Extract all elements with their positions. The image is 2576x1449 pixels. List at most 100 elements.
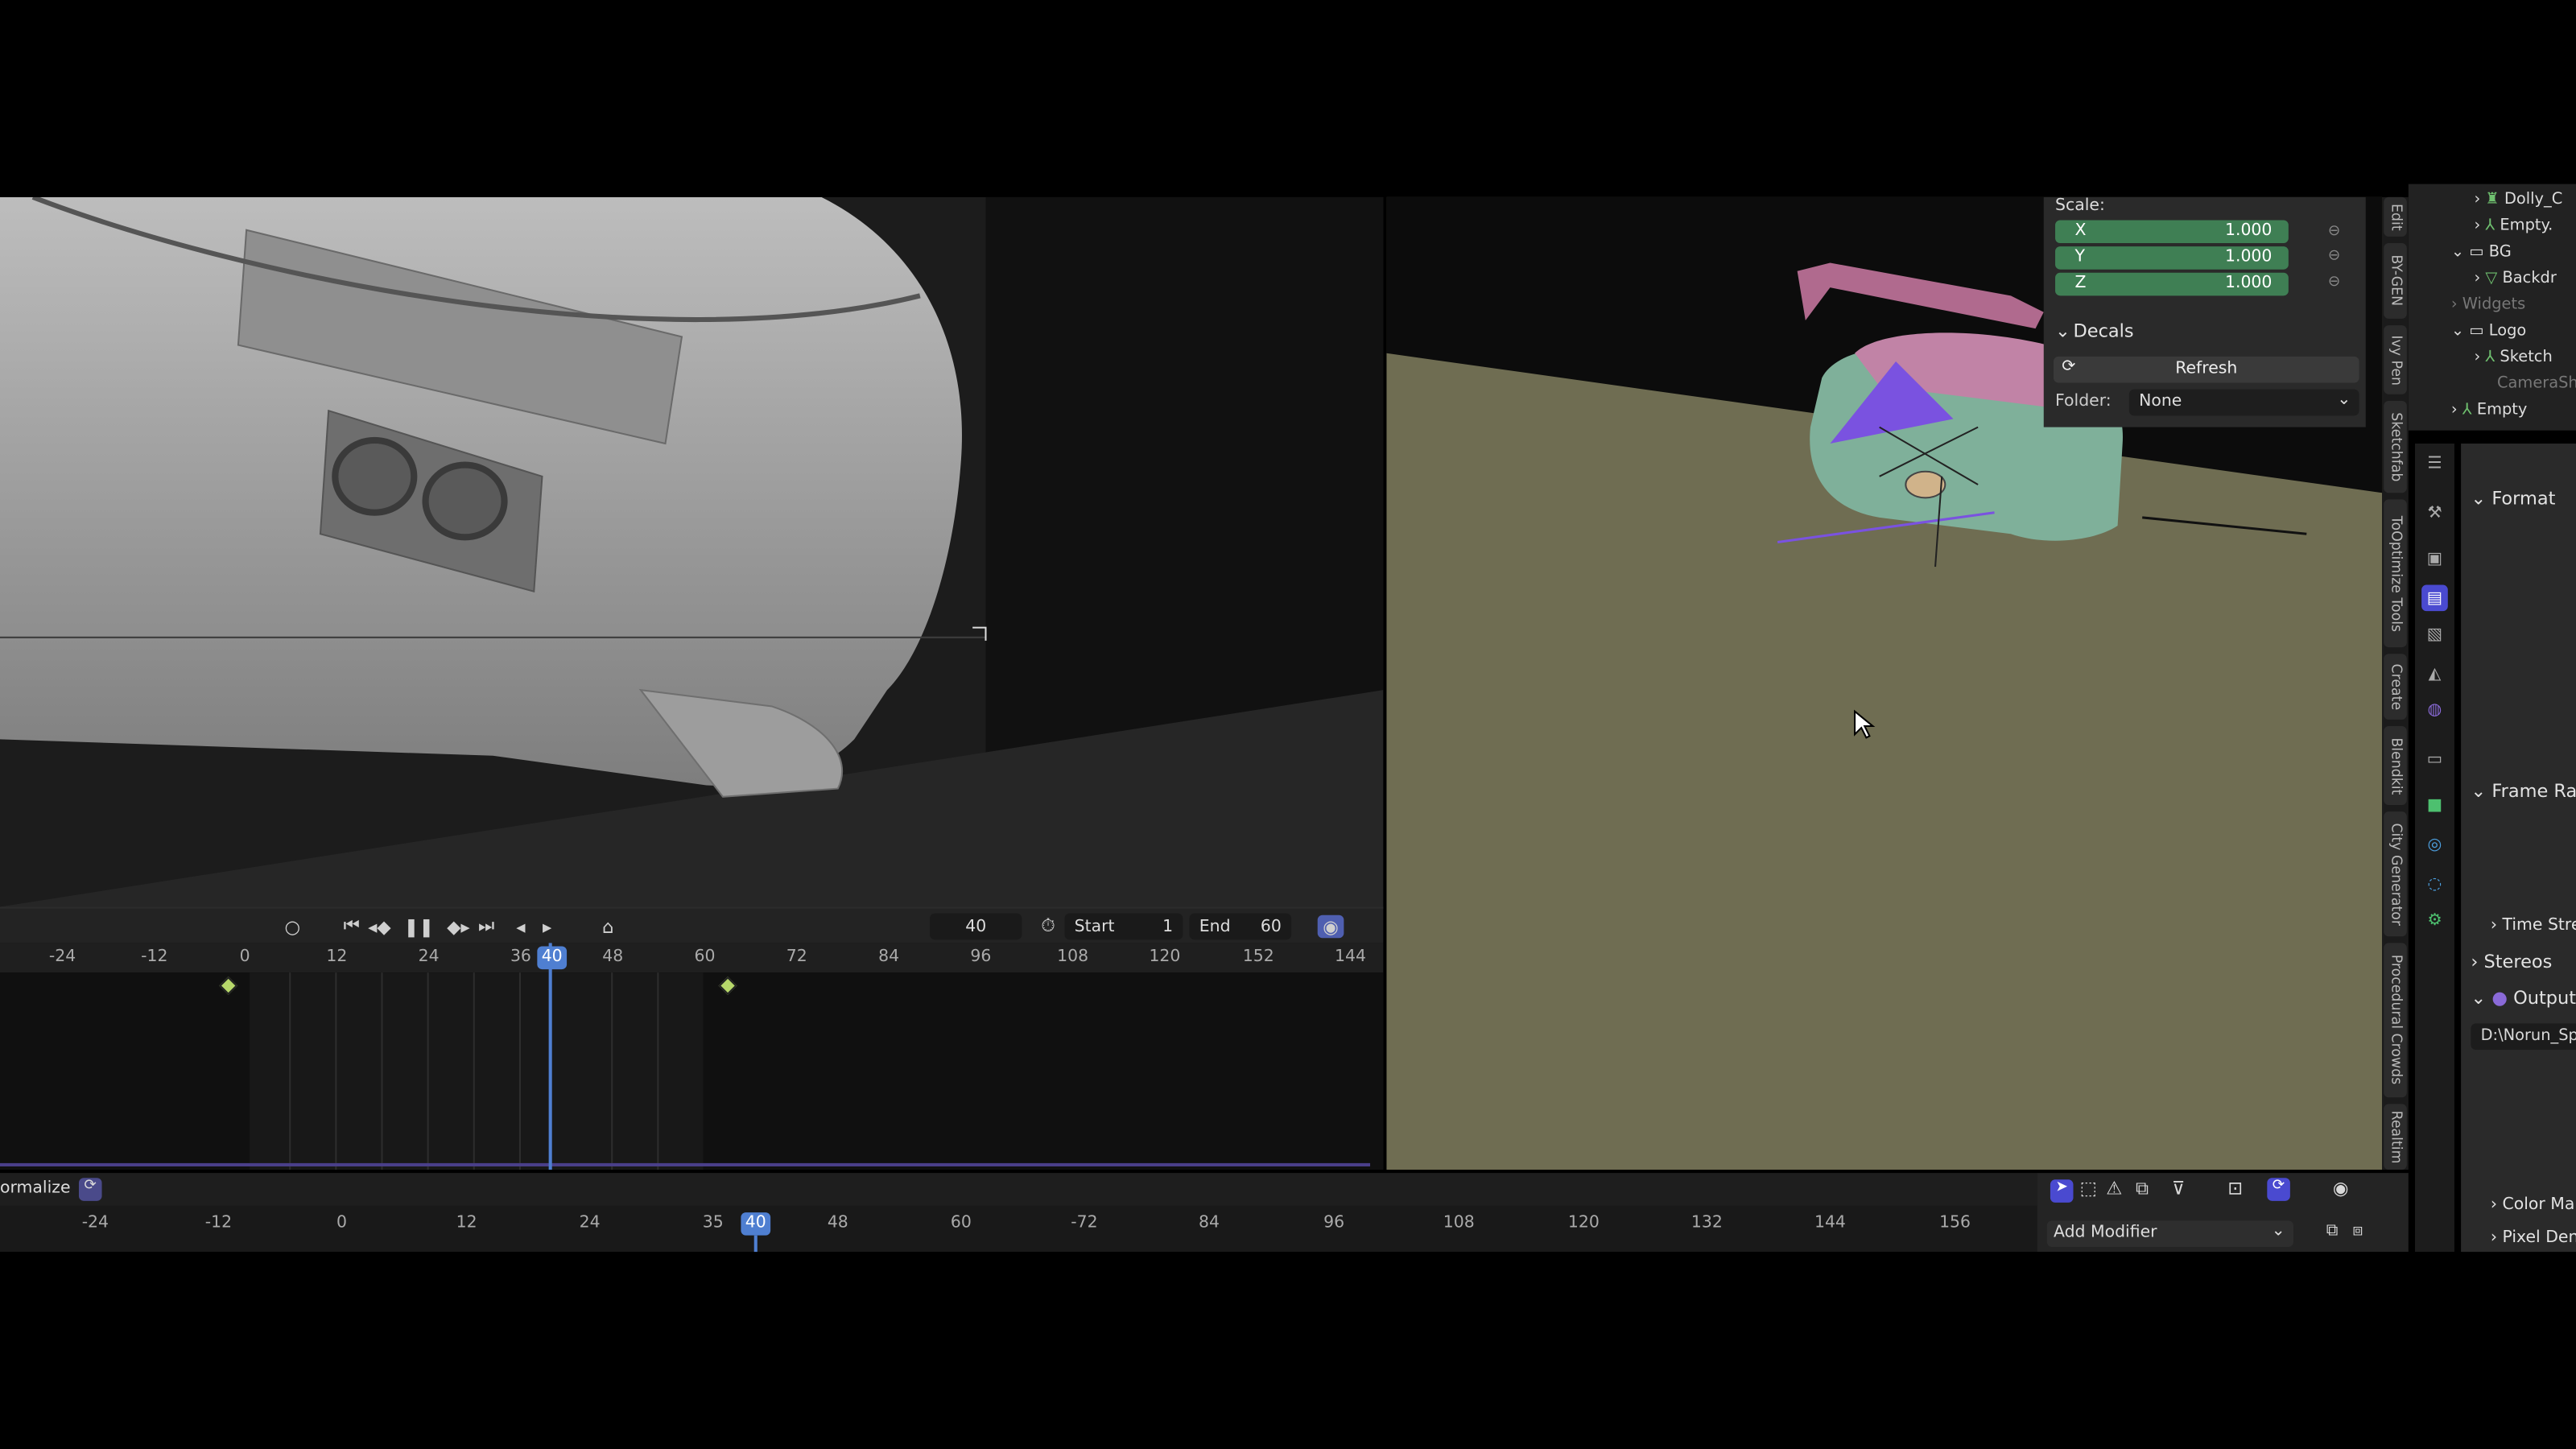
keying-icon[interactable]: ⌂ (598, 915, 617, 939)
pause-icon[interactable]: ❚❚ (404, 915, 435, 939)
scale-y-value: 1.000 (2224, 248, 2273, 266)
ruler-tick: 144 (1814, 1214, 1846, 1232)
ruler-tick: 60 (694, 947, 716, 966)
start-frame-field[interactable]: Start 1 (1064, 913, 1183, 940)
stereoscopy-panel-header[interactable]: › Stereos (2471, 952, 2552, 973)
scale-x-label: X (2074, 221, 2087, 240)
outliner-item[interactable]: ⌄ ▭ Logo (2451, 322, 2526, 340)
scene-icon[interactable]: ◭ (2421, 660, 2448, 687)
scale-y-field[interactable]: Y 1.000 (2055, 246, 2289, 270)
normalize-icon[interactable]: ⟳ (78, 1178, 102, 1201)
outliner-item[interactable]: › ♜ Dolly_C (2474, 191, 2562, 208)
view-layer-icon[interactable]: ▧ (2421, 621, 2448, 647)
tool-icon[interactable]: ⚒ (2421, 499, 2448, 526)
copy-modifier-icon[interactable]: ⧉ (2326, 1222, 2339, 1240)
lock-icon[interactable]: ⊖ (2328, 224, 2340, 240)
scale-x-field[interactable]: X 1.000 (2055, 220, 2289, 244)
scale-label: Scale: (2055, 196, 2105, 216)
collection-icon[interactable]: ▭ (2421, 746, 2448, 773)
jump-start-icon[interactable]: ⏮ (341, 915, 361, 939)
output-path-field[interactable]: D:\Norun_Sp (2471, 1023, 2576, 1051)
color-management-panel-header[interactable]: › Color Ma (2491, 1196, 2575, 1214)
jump-keyframe-back-icon[interactable]: ◂◆ (368, 915, 391, 939)
format-panel-header[interactable]: ⌄ Format (2471, 488, 2555, 510)
cursor-tool-icon[interactable]: ⧉ (2136, 1178, 2149, 1201)
tab-procedural-crowds[interactable]: Procedural Crowds (2384, 943, 2407, 1098)
ruler-tick: 12 (456, 1214, 477, 1232)
start-value: 1 (1162, 917, 1174, 936)
modifier-icon[interactable]: ◎ (2421, 832, 2448, 858)
timeline-ruler[interactable]: -24 -12 0 12 24 36 48 60 72 84 96 108 12… (0, 943, 1384, 973)
jump-keyframe-forward-icon[interactable]: ◆▸ (447, 915, 470, 939)
grid-line (657, 972, 659, 1170)
outliner-item[interactable]: › ⅄ Sketch (2474, 349, 2552, 366)
outliner-item[interactable]: › ▽ Backdr (2474, 270, 2556, 287)
snap-icon[interactable]: ⟳ (2267, 1178, 2290, 1201)
step-forward-icon[interactable]: ▸ (537, 915, 556, 939)
stopwatch-icon[interactable]: ⏱ (1038, 915, 1058, 939)
outliner-item[interactable]: › ⅄ Empty (2451, 401, 2528, 419)
timeline-playhead[interactable] (548, 943, 552, 1170)
ruler-tick: 0 (336, 1214, 347, 1232)
pivot-icon[interactable]: ⊡ (2227, 1178, 2243, 1199)
output-icon[interactable]: ▤ (2421, 584, 2448, 612)
record-icon[interactable]: ○ (283, 915, 302, 939)
graph-playhead-label[interactable]: 40 (741, 1212, 771, 1236)
tab-ivy-pen[interactable]: Ivy Pen (2384, 325, 2407, 394)
tab-realtime[interactable]: Realtim (2384, 1104, 2407, 1170)
object-icon[interactable]: ■ (2421, 792, 2448, 819)
timeline-keyframe-area[interactable] (0, 972, 1384, 1170)
left-3d-viewport[interactable] (0, 196, 1384, 907)
refresh-button[interactable]: ⟳ Refresh (2054, 356, 2359, 383)
proportional-edit-icon[interactable]: ◉ (2333, 1178, 2349, 1199)
normalize-toggle[interactable]: ormalize (0, 1179, 71, 1197)
tab-sketchfab[interactable]: Sketchfab (2384, 400, 2407, 493)
tab-edit[interactable]: Edit (2384, 196, 2407, 237)
ruler-tick: -24 (81, 1214, 109, 1232)
world-icon[interactable]: ◍ (2421, 696, 2448, 723)
ruler-tick: 144 (1335, 947, 1367, 966)
jump-end-icon[interactable]: ⏭ (477, 915, 496, 939)
physics-icon[interactable]: ◌ (2421, 871, 2448, 898)
playhead-frame-label[interactable]: 40 (537, 946, 568, 970)
time-stretching-panel-header[interactable]: › Time Stre (2491, 917, 2576, 935)
scale-x-value: 1.000 (2224, 221, 2273, 240)
lock-icon[interactable]: ⊖ (2328, 275, 2340, 291)
outliner-item[interactable]: CameraSha (2497, 374, 2576, 392)
grid-line (381, 972, 383, 1170)
outliner-item[interactable]: ⌄ ▭ BG (2451, 243, 2512, 261)
tab-by-gen[interactable]: BY-GEN (2384, 243, 2407, 319)
tab-city-generator[interactable]: City Generator (2384, 811, 2407, 937)
scale-z-field[interactable]: Z 1.000 (2055, 272, 2289, 296)
filter-icon[interactable]: ⊽ (2172, 1178, 2185, 1199)
output-panel-header[interactable]: ⌄ ● Output (2471, 988, 2576, 1009)
data-icon[interactable]: ⚙ (2421, 907, 2448, 934)
box-select-icon[interactable]: ⬚ (2080, 1178, 2097, 1199)
warning-icon[interactable]: ⚠ (2106, 1178, 2122, 1199)
tab-optimize-tools[interactable]: ToOptimize Tools (2384, 499, 2407, 648)
ruler-tick: 84 (878, 947, 900, 966)
select-tool-icon[interactable]: ➤ (2050, 1179, 2074, 1203)
render-icon[interactable]: ▣ (2421, 546, 2448, 572)
current-frame-field[interactable]: 40 (930, 913, 1022, 940)
ruler-tick: 96 (970, 947, 992, 966)
tab-blendkit[interactable]: Blendkit (2384, 726, 2407, 805)
outliner-item[interactable]: › ⅄ Empty. (2474, 217, 2553, 234)
decals-panel-header[interactable]: ⌄ Decals (2044, 316, 2366, 349)
lock-icon[interactable]: ⊖ (2328, 248, 2340, 264)
ruler-tick: 0 (239, 947, 250, 966)
folder-dropdown[interactable]: None ⌄ (2128, 389, 2359, 416)
pixel-density-panel-header[interactable]: › Pixel Den (2491, 1229, 2576, 1247)
tab-create[interactable]: Create (2384, 654, 2407, 720)
paste-modifier-icon[interactable]: ⧈ (2352, 1222, 2363, 1240)
frame-range-panel-header[interactable]: ⌄ Frame Ran (2471, 780, 2576, 802)
editor-type-icon[interactable]: ☰ (2421, 450, 2448, 477)
graph-playhead[interactable] (753, 1235, 758, 1253)
properties-tabs: ☰ ⚒ ▣ ▤ ▧ ◭ ◍ ▭ ■ ◎ ◌ ⚙ (2414, 444, 2454, 1253)
auto-keying-icon[interactable]: ◉ (1317, 914, 1344, 939)
outliner-item[interactable]: › Widgets (2451, 295, 2525, 313)
end-frame-field[interactable]: End 60 (1189, 913, 1292, 940)
add-modifier-dropdown[interactable]: Add Modifier ⌄ (2046, 1220, 2293, 1247)
step-back-icon[interactable]: ◂ (511, 915, 530, 939)
graph-editor-ruler[interactable]: -24 -12 0 12 24 35 48 60 -72 84 96 108 1… (0, 1205, 2037, 1253)
